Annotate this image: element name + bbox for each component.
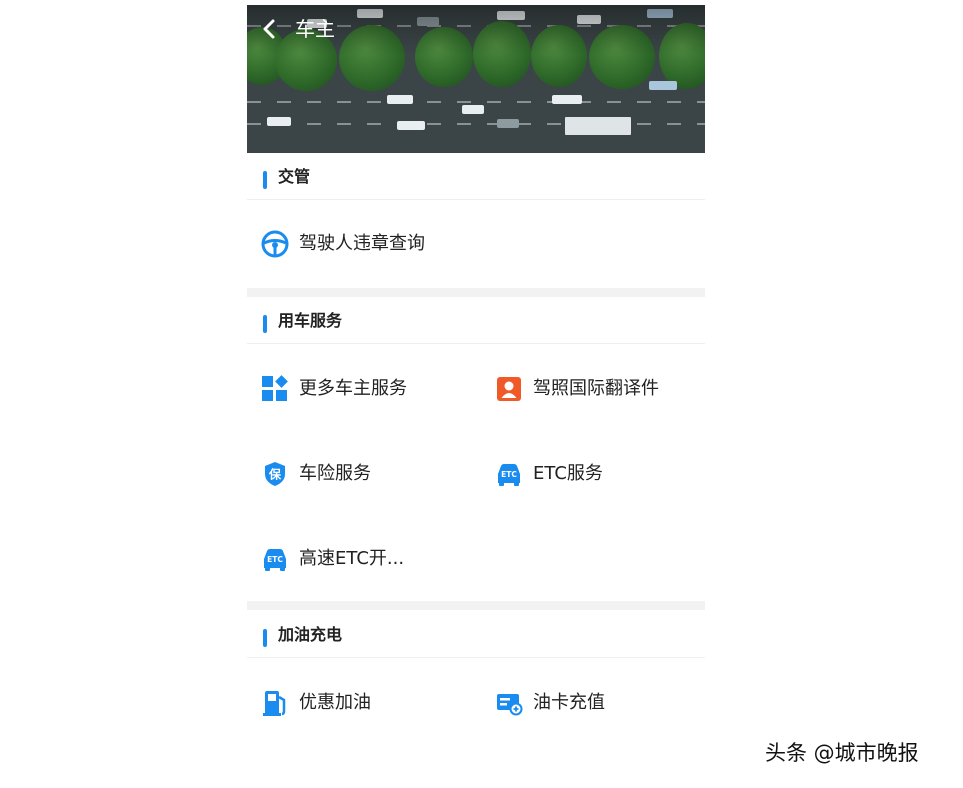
service-item-label: 优惠加油 <box>299 692 371 713</box>
service-item-label: 车险服务 <box>299 463 371 484</box>
back-button[interactable] <box>259 17 281 41</box>
section-accent-bar <box>263 171 267 189</box>
etc-glyph: ETC <box>501 470 517 479</box>
service-item-more-owner-services[interactable]: 更多车主服务 <box>261 369 471 409</box>
car <box>552 95 582 104</box>
service-item-fuel-discount[interactable]: 优惠加油 <box>261 683 471 723</box>
lane-marking <box>247 101 705 103</box>
fuel-pump-icon <box>263 691 286 716</box>
etc-car-icon: ETC <box>498 464 520 486</box>
service-item-fuel-card-topup[interactable]: 油卡充值 <box>495 683 695 723</box>
car <box>497 119 519 128</box>
service-item-label: 更多车主服务 <box>299 378 407 399</box>
service-item-label: 驾照国际翻译件 <box>533 378 659 399</box>
steering-wheel-icon <box>261 230 289 258</box>
car <box>267 117 291 126</box>
car <box>462 105 484 114</box>
service-item-license-translation[interactable]: 驾照国际翻译件 <box>495 369 695 409</box>
section-header-traffic: 交管 <box>247 154 705 200</box>
page-title: 车主 <box>295 17 335 41</box>
lane-marking <box>247 123 705 125</box>
section-divider <box>247 601 705 610</box>
chevron-left-icon <box>263 19 275 39</box>
section-accent-bar <box>263 629 267 647</box>
section-accent-bar <box>263 315 267 333</box>
header-banner-image: 车主 <box>247 5 705 153</box>
watermark-text: 头条 @城市晚报 <box>765 741 919 765</box>
car <box>649 81 677 90</box>
grid-apps-icon <box>262 375 288 401</box>
service-item-highway-etc[interactable]: ETC 高速ETC开... <box>261 539 471 579</box>
insurance-shield-glyph: 保 <box>268 467 282 482</box>
section-divider <box>247 288 705 297</box>
phone-screen: 车主 交管 驾驶人违章查询 用车服务 更多车主服务 驾照国际翻译件 保 车险服务… <box>247 5 705 788</box>
car <box>397 121 425 130</box>
service-item-car-insurance[interactable]: 保 车险服务 <box>261 454 471 494</box>
etc-glyph: ETC <box>267 555 283 564</box>
service-item-label: 驾驶人违章查询 <box>299 233 425 254</box>
car <box>387 95 413 104</box>
service-item-label: ETC服务 <box>533 463 603 484</box>
insurance-shield-icon: 保 <box>265 462 285 486</box>
service-item-label: 高速ETC开... <box>299 548 405 569</box>
etc-car-icon: ETC <box>264 549 286 571</box>
license-person-icon <box>497 377 521 401</box>
service-item-violation-query[interactable]: 驾驶人违章查询 <box>261 224 481 264</box>
service-item-etc[interactable]: ETC ETC服务 <box>495 454 695 494</box>
section-header-car-service: 用车服务 <box>247 298 705 344</box>
truck <box>565 117 631 135</box>
section-title: 用车服务 <box>278 311 343 330</box>
section-title: 加油充电 <box>278 625 343 644</box>
service-item-label: 油卡充值 <box>533 692 605 713</box>
section-header-fuel-charge: 加油充电 <box>247 612 705 658</box>
section-title: 交管 <box>278 167 311 186</box>
fuel-card-icon <box>497 694 523 716</box>
